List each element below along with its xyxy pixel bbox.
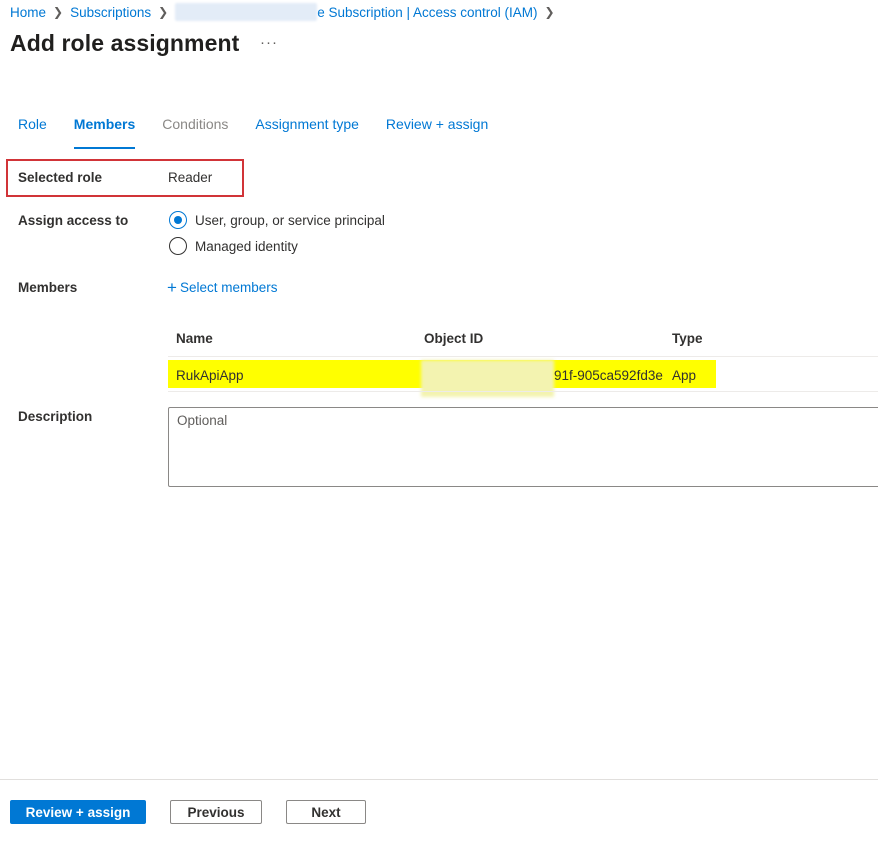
- chevron-right-icon: ❯: [158, 5, 169, 19]
- plus-icon: +: [167, 278, 177, 297]
- member-type-cell: App: [672, 368, 697, 383]
- member-object-id-cell: 91f-905ca592fd3e: [554, 368, 663, 383]
- chevron-right-icon: ❯: [544, 5, 555, 19]
- wizard-tabs: Role Members Conditions Assignment type …: [18, 116, 515, 149]
- footer-divider: [0, 779, 878, 780]
- radio-label-managed-identity[interactable]: Managed identity: [195, 239, 298, 254]
- chevron-right-icon: ❯: [53, 5, 64, 19]
- tab-role[interactable]: Role: [18, 116, 47, 142]
- table-divider: [168, 356, 878, 357]
- description-label: Description: [18, 409, 93, 424]
- select-members-link[interactable]: + Select members: [167, 279, 277, 296]
- members-label: Members: [18, 280, 78, 295]
- breadcrumb: Home ❯ Subscriptions ❯ e Subscription | …: [10, 3, 562, 21]
- column-header-type: Type: [672, 331, 703, 346]
- radio-managed-identity[interactable]: [169, 237, 187, 255]
- member-name-cell: RukApiApp: [176, 368, 244, 383]
- tab-review-assign[interactable]: Review + assign: [386, 116, 488, 142]
- assign-access-label: Assign access to: [18, 213, 129, 228]
- select-members-text: Select members: [179, 280, 278, 295]
- column-header-name: Name: [176, 331, 213, 346]
- breadcrumb-access-control[interactable]: e Subscription | Access control (IAM): [317, 5, 537, 20]
- previous-button[interactable]: Previous: [170, 800, 262, 824]
- radio-label-user-group[interactable]: User, group, or service principal: [195, 213, 385, 228]
- table-divider: [168, 391, 878, 392]
- breadcrumb-home[interactable]: Home: [10, 5, 46, 20]
- more-options-icon[interactable]: ···: [260, 34, 278, 51]
- column-header-object-id: Object ID: [424, 331, 484, 346]
- selected-role-value: Reader: [168, 170, 213, 185]
- breadcrumb-subscriptions[interactable]: Subscriptions: [70, 5, 151, 20]
- tab-members[interactable]: Members: [73, 116, 136, 149]
- redacted-subscription-name: [175, 3, 318, 21]
- review-assign-button[interactable]: Review + assign: [10, 800, 146, 824]
- page-title: Add role assignment: [10, 30, 240, 56]
- tab-conditions[interactable]: Conditions: [162, 116, 228, 142]
- description-textarea[interactable]: Optional: [168, 407, 878, 487]
- selected-role-label: Selected role: [18, 170, 103, 185]
- next-button[interactable]: Next: [286, 800, 366, 824]
- radio-user-group-service-principal[interactable]: [169, 211, 187, 229]
- description-placeholder: Optional: [177, 413, 228, 428]
- tab-assignment-type[interactable]: Assignment type: [255, 116, 359, 142]
